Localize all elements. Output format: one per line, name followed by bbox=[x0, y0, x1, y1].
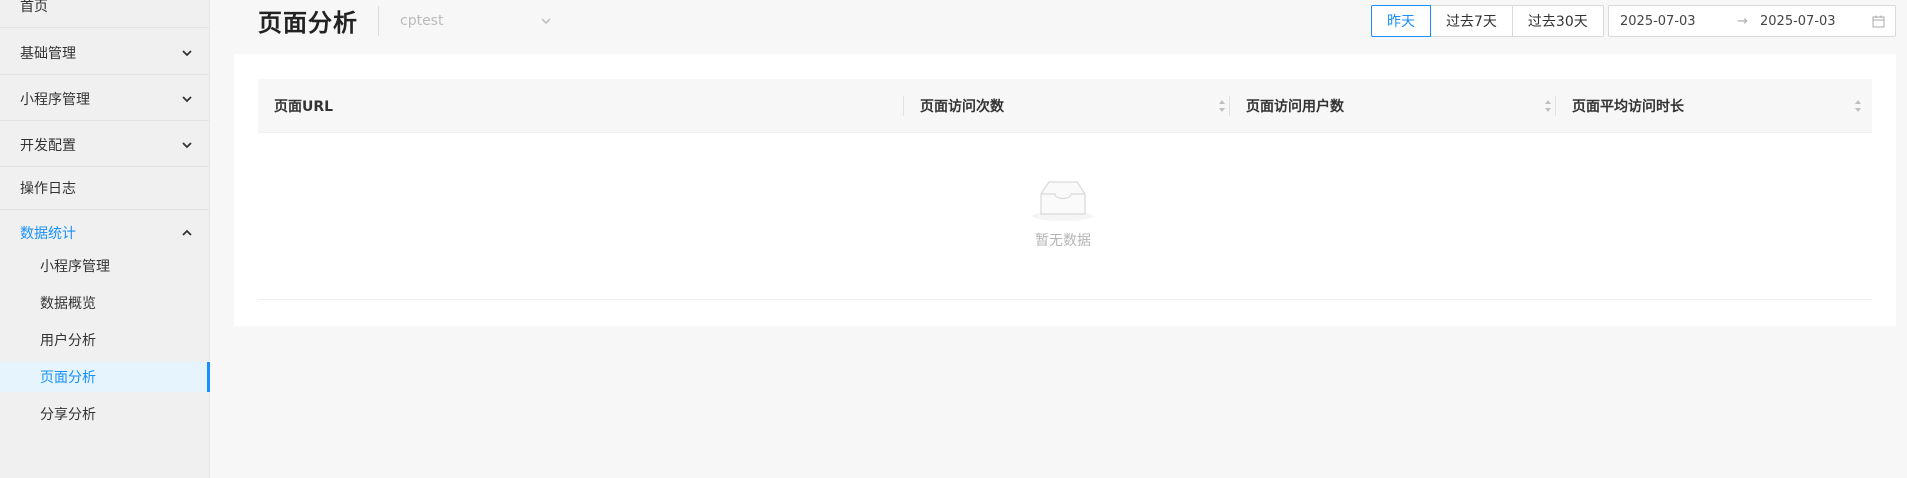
sort-icon[interactable] bbox=[1544, 98, 1552, 114]
app-select[interactable]: cptest bbox=[400, 8, 560, 34]
column-header-label: 页面访问次数 bbox=[920, 99, 1004, 115]
page-title: 页面分析 bbox=[258, 9, 358, 37]
column-separator bbox=[1229, 96, 1230, 116]
sidebar-subitem-label: 页面分析 bbox=[40, 370, 96, 386]
table-header: 页面URL 页面访问次数 页面访问用户数 页面平均访问时长 bbox=[258, 79, 1872, 133]
column-header-avg-duration[interactable]: 页面平均访问时长 bbox=[1572, 79, 1868, 133]
sort-icon[interactable] bbox=[1218, 98, 1226, 114]
column-separator bbox=[903, 96, 904, 116]
sidebar-subitem-user-analysis[interactable]: 用户分析 bbox=[0, 325, 209, 355]
sidebar-subitem-data-overview[interactable]: 数据概览 bbox=[0, 288, 209, 318]
sidebar-subitem-label: 数据概览 bbox=[40, 296, 96, 312]
sidebar-item-label: 操作日志 bbox=[20, 180, 76, 197]
date-range-picker[interactable]: 2025-07-03 → 2025-07-03 bbox=[1608, 5, 1896, 37]
sidebar-subitem-miniprogram-management[interactable]: 小程序管理 bbox=[0, 251, 209, 281]
sidebar-item-operation-log[interactable]: 操作日志 bbox=[0, 166, 209, 210]
chevron-down-icon bbox=[182, 141, 192, 148]
sidebar-item-label: 首页 bbox=[20, 0, 48, 15]
range-yesterday-button[interactable]: 昨天 bbox=[1371, 5, 1431, 37]
sidebar-item-dev-config[interactable]: 开发配置 bbox=[0, 123, 209, 167]
sidebar-subitem-share-analysis[interactable]: 分享分析 bbox=[0, 399, 209, 429]
sidebar-subitem-page-analysis[interactable]: 页面分析 bbox=[0, 362, 210, 392]
sidebar-item-basic-management[interactable]: 基础管理 bbox=[0, 31, 209, 75]
column-header-page-visits[interactable]: 页面访问次数 bbox=[920, 79, 1242, 133]
range-30-days-button[interactable]: 过去30天 bbox=[1511, 5, 1604, 37]
sidebar-item-label: 小程序管理 bbox=[20, 91, 90, 108]
empty-state-text: 暂无数据 bbox=[1035, 233, 1091, 249]
sidebar-subitem-label: 分享分析 bbox=[40, 407, 96, 423]
calendar-icon bbox=[1872, 15, 1885, 28]
app-root: 首页 基础管理 小程序管理 开发配置 操作日志 数据统计 小程序管理 数据概览 … bbox=[0, 0, 1907, 478]
sidebar: 首页 基础管理 小程序管理 开发配置 操作日志 数据统计 小程序管理 数据概览 … bbox=[0, 0, 210, 478]
date-range-buttons: 昨天 过去7天 过去30天 bbox=[1371, 5, 1604, 37]
chevron-down-icon bbox=[541, 18, 551, 25]
range-7-days-button[interactable]: 过去7天 bbox=[1430, 5, 1513, 37]
sidebar-item-data-statistics[interactable]: 数据统计 bbox=[0, 211, 209, 255]
sidebar-item-home[interactable]: 首页 bbox=[0, 0, 209, 28]
end-date-input[interactable]: 2025-07-03 bbox=[1760, 14, 1836, 29]
sidebar-subitem-label: 用户分析 bbox=[40, 333, 96, 349]
chevron-down-icon bbox=[182, 95, 192, 102]
sidebar-item-label: 数据统计 bbox=[20, 226, 76, 242]
sidebar-subitem-label: 小程序管理 bbox=[40, 259, 110, 275]
chevron-down-icon bbox=[182, 49, 192, 56]
sort-icon[interactable] bbox=[1854, 98, 1862, 114]
app-select-value: cptest bbox=[400, 13, 444, 29]
column-header-label: 页面URL bbox=[274, 99, 334, 115]
column-header-label: 页面访问用户数 bbox=[1246, 99, 1344, 115]
content-card: 页面URL 页面访问次数 页面访问用户数 页面平均访问时长 暂无数据 bbox=[234, 54, 1896, 326]
table-bottom-border bbox=[258, 299, 1872, 300]
sidebar-item-label: 基础管理 bbox=[20, 45, 76, 62]
column-header-page-users[interactable]: 页面访问用户数 bbox=[1246, 79, 1568, 133]
column-header-page-url: 页面URL bbox=[274, 79, 904, 133]
title-divider bbox=[378, 6, 379, 36]
chevron-up-icon bbox=[182, 229, 192, 236]
date-separator: → bbox=[1737, 13, 1748, 29]
column-header-label: 页面平均访问时长 bbox=[1572, 99, 1684, 115]
sidebar-item-label: 开发配置 bbox=[20, 137, 76, 154]
column-separator bbox=[1555, 96, 1556, 116]
empty-inbox-icon bbox=[1033, 181, 1093, 221]
sidebar-item-miniprogram-management[interactable]: 小程序管理 bbox=[0, 77, 209, 121]
start-date-input[interactable]: 2025-07-03 bbox=[1620, 14, 1696, 29]
